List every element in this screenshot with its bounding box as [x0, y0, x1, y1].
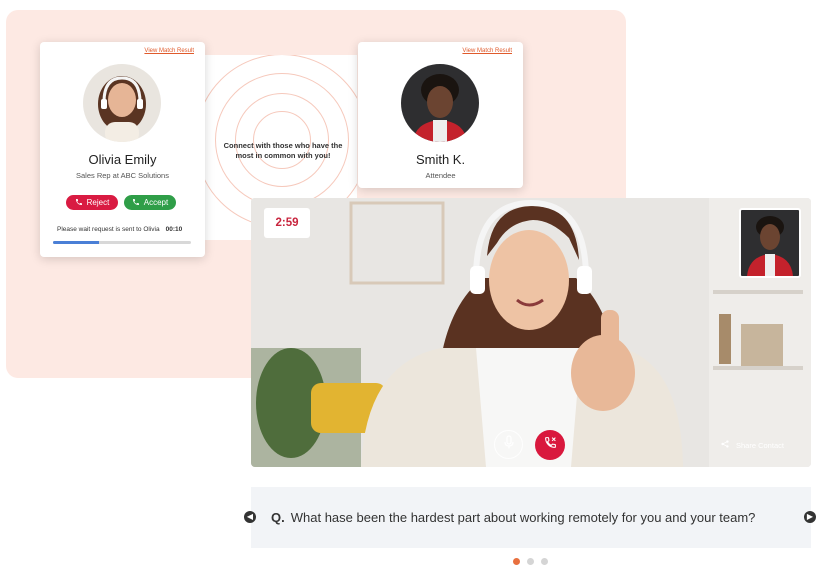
- avatar-olivia: [83, 64, 161, 142]
- share-icon: [721, 440, 729, 450]
- question-box: Q. What hase been the hardest part about…: [251, 487, 811, 548]
- mic-icon: [503, 435, 515, 454]
- view-match-result-link[interactable]: View Match Result: [144, 48, 194, 54]
- carousel-dot[interactable]: [527, 558, 534, 565]
- avatar-smith: [401, 64, 479, 142]
- accept-label: Accept: [143, 198, 169, 207]
- self-view-thumbnail[interactable]: [739, 208, 801, 278]
- reject-button[interactable]: Reject: [66, 195, 118, 210]
- view-match-result-link[interactable]: View Match Result: [462, 48, 512, 54]
- wait-progress-fill: [53, 241, 99, 244]
- mute-button[interactable]: [494, 430, 523, 459]
- wait-timer: 00:10: [165, 226, 183, 233]
- match-card-smith: View Match Result Smith K. Attendee: [358, 42, 523, 188]
- question-text: What hase been the hardest part about wo…: [290, 510, 756, 525]
- reject-label: Reject: [86, 198, 110, 207]
- video-feed: [251, 198, 811, 467]
- wait-progress-bar: [53, 241, 191, 244]
- connect-message: Connect with those who have the most in …: [223, 141, 343, 160]
- wait-text: Please wait request is sent to Olivia: [57, 226, 160, 233]
- carousel-dot[interactable]: [541, 558, 548, 565]
- video-call-frame: 2:59 Share Contact: [251, 198, 811, 467]
- prev-question-button[interactable]: ◀: [244, 511, 256, 523]
- phone-reject-icon: [75, 198, 83, 208]
- chevron-right-icon: ▶: [806, 512, 814, 521]
- match-name: Olivia Emily: [88, 152, 157, 167]
- wait-status: Please wait request is sent to Olivia 00:…: [57, 226, 182, 233]
- accept-button[interactable]: Accept: [124, 195, 176, 210]
- match-card-olivia: View Match Result Olivia Emily Sales Rep…: [40, 42, 205, 257]
- next-question-button[interactable]: ▶: [804, 511, 816, 523]
- match-name: Smith K.: [415, 152, 466, 167]
- end-call-button[interactable]: [535, 430, 565, 460]
- phone-accept-icon: [132, 198, 140, 208]
- chevron-left-icon: ◀: [246, 512, 254, 521]
- question-prefix: Q.: [271, 510, 285, 525]
- share-contact-label: Share Contact: [736, 440, 784, 450]
- carousel-dots: [513, 558, 548, 565]
- match-role: Sales Rep at ABC Solutions: [76, 171, 169, 180]
- end-call-icon: [544, 436, 557, 454]
- call-timer: 2:59: [264, 208, 310, 238]
- carousel-dot[interactable]: [513, 558, 520, 565]
- share-contact-button[interactable]: Share Contact: [721, 440, 784, 450]
- match-role: Attendee: [425, 171, 456, 180]
